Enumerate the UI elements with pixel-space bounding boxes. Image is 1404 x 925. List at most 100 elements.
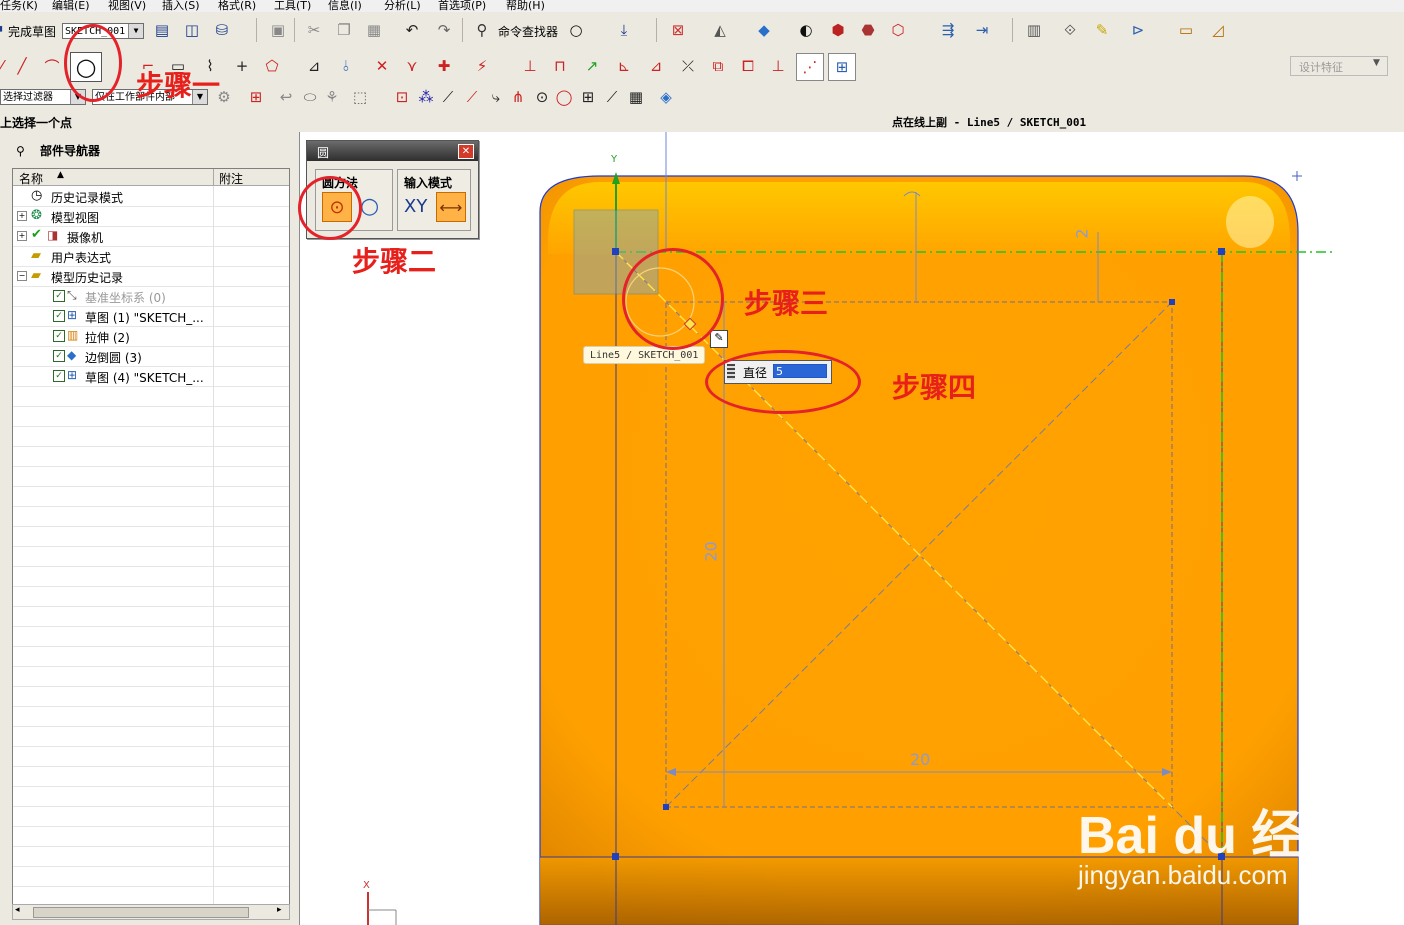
expand-icon[interactable]: +	[17, 231, 27, 241]
dimension-top-value[interactable]: 2	[1073, 228, 1092, 238]
snap-quadrant-icon[interactable]: ⊙	[530, 85, 554, 109]
extend-icon[interactable]: ✕	[370, 54, 394, 78]
shaded-icon[interactable]: ◐	[794, 18, 818, 42]
menu-analysis[interactable]: 分析(L)	[384, 0, 421, 12]
constraint-icon[interactable]: ⚡	[470, 54, 494, 78]
remove-constraint-icon[interactable]: ⤫	[676, 54, 700, 78]
triangle-ruler-icon[interactable]: ◿	[1206, 18, 1230, 42]
make-corner-icon[interactable]: ⋎	[400, 54, 424, 78]
line-icon[interactable]: ╱	[10, 54, 34, 78]
visibility-checkbox[interactable]: ✓	[53, 330, 65, 342]
column-name-header[interactable]: 名称	[19, 170, 43, 187]
menu-view[interactable]: 视图(V)	[108, 0, 146, 12]
visibility-checkbox[interactable]: ✓	[53, 290, 65, 302]
table-icon[interactable]: ▥	[1022, 18, 1046, 42]
snap-icon[interactable]: ⤓	[612, 18, 636, 42]
xy-mode-button[interactable]: XY	[404, 196, 427, 217]
undo-select-icon[interactable]: ↩	[274, 85, 298, 109]
snap-arc-center-icon[interactable]: ⋔	[506, 85, 530, 109]
circle-tool-icon[interactable]: ○	[564, 18, 588, 42]
collapse-icon[interactable]: −	[17, 271, 27, 281]
menu-preferences[interactable]: 首选项(P)	[438, 0, 486, 12]
dimension-left-value[interactable]: 20	[702, 541, 721, 561]
inferred-constraints-button[interactable]: ⋰	[796, 53, 824, 81]
design-feature-dropdown[interactable]: 设计特征 ▼	[1290, 56, 1388, 76]
binoculars-icon[interactable]: ⚲	[470, 18, 494, 42]
finish-sketch-icon[interactable]: ⚑	[0, 18, 5, 42]
visibility-checkbox[interactable]: ✓	[53, 370, 65, 382]
parameter-mode-button[interactable]: ⟷	[436, 192, 466, 222]
visibility-checkbox[interactable]: ✓	[53, 350, 65, 362]
snap-midpoint-icon[interactable]: ⟋	[436, 85, 460, 109]
snap-control-icon[interactable]: ⟋	[460, 85, 484, 109]
tree-item-history-mode[interactable]: ◷ 历史记录模式	[13, 186, 289, 207]
expand-icon[interactable]: +	[17, 211, 27, 221]
select-feature-icon[interactable]: ⬭	[298, 85, 322, 109]
snap-on-face-icon[interactable]: ▦	[624, 85, 648, 109]
quick-trim-icon[interactable]: ⊿	[302, 54, 326, 78]
three-point-circle-icon[interactable]: ○	[360, 194, 379, 219]
scrollbar-thumb[interactable]	[33, 907, 249, 918]
finish-sketch-button[interactable]: 完成草图	[8, 23, 56, 40]
section-view-icon[interactable]: ⬢	[826, 18, 850, 42]
tree-item-sketch-1[interactable]: ✓ ⊞ 草图 (1) "SKETCH_...	[13, 306, 289, 327]
scroll-left-icon[interactable]: ◂	[15, 905, 20, 915]
hidden-edge-icon[interactable]: ⬡	[886, 18, 910, 42]
reattach-icon[interactable]: ▤	[150, 18, 174, 42]
menu-edit[interactable]: 编辑(E)	[52, 0, 90, 12]
fit-view-icon[interactable]: ⊠	[666, 18, 690, 42]
snap-endpoint-icon[interactable]: ⁂	[414, 85, 438, 109]
move-object-icon[interactable]: ⇶	[936, 18, 960, 42]
command-finder-button[interactable]: 命令查找器	[498, 23, 558, 40]
cut-icon[interactable]: ✂	[302, 18, 326, 42]
visibility-checkbox[interactable]: ✓	[53, 310, 65, 322]
geometric-constraint-icon[interactable]: ↗	[580, 54, 604, 78]
tree-item-cameras[interactable]: + ✔ ◨ 摄像机	[13, 226, 289, 247]
rapid-dimension-icon[interactable]: ⊓	[548, 54, 572, 78]
animate-dimension-icon[interactable]: ⊥	[766, 54, 790, 78]
navigator-horizontal-scrollbar[interactable]: ◂ ▸	[12, 904, 290, 920]
column-note-header[interactable]: 附注	[219, 170, 243, 187]
snap-bounded-icon[interactable]: ◈	[654, 85, 678, 109]
orient-view-icon[interactable]: ◫	[180, 18, 204, 42]
point-icon[interactable]: +	[230, 54, 254, 78]
tree-item-model-history[interactable]: − ▰ 模型历史记录	[13, 266, 289, 287]
layer-icon[interactable]: ⇥	[970, 18, 994, 42]
ruler-icon[interactable]: ▭	[1174, 18, 1198, 42]
alternate-solution-icon[interactable]: ⧠	[736, 54, 760, 78]
tree-item-edge-blend[interactable]: ✓ ◆ 边倒圆 (3)	[13, 346, 289, 367]
select-face-icon[interactable]: ⚘	[320, 85, 344, 109]
rectangle-select-icon[interactable]: ⬚	[348, 85, 372, 109]
save-icon[interactable]: ▣	[266, 18, 290, 42]
tree-item-datum-csys[interactable]: ✓ ⤡ 基准坐标系 (0)	[13, 286, 289, 307]
snap-tangent-icon[interactable]: ◯	[552, 85, 576, 109]
menu-task[interactable]: 任务(K)	[0, 0, 38, 12]
snap-on-curve-icon[interactable]: ⟋	[600, 85, 624, 109]
snap-point-icon[interactable]: ⊡	[390, 85, 414, 109]
tree-item-sketch-4[interactable]: ✓ ⊞ 草图 (4) "SKETCH_...	[13, 366, 289, 387]
menu-tools[interactable]: 工具(T)	[274, 0, 311, 12]
undo-icon[interactable]: ↶	[400, 18, 424, 42]
tree-item-user-expressions[interactable]: ▰ 用户表达式	[13, 246, 289, 267]
dynamic-icon[interactable]: ⊳	[1126, 18, 1150, 42]
pin-icon[interactable]: ⚲	[16, 144, 25, 158]
snap-intersection-icon[interactable]: ⤷	[484, 85, 508, 109]
close-icon[interactable]: ✕	[458, 144, 474, 159]
menu-help[interactable]: 帮助(H)	[506, 0, 545, 12]
pattern-icon[interactable]: ⫰	[334, 54, 358, 78]
tree-item-extrude[interactable]: ✓ ▥ 拉伸 (2)	[13, 326, 289, 347]
offset-curve-icon[interactable]: ⬠	[260, 54, 284, 78]
view-cube-icon[interactable]: ◆	[752, 18, 776, 42]
wireframe-icon[interactable]: ⬣	[856, 18, 880, 42]
convert-reference-icon[interactable]: ⧉	[706, 54, 730, 78]
circle-dialog-titlebar[interactable]: 圆 ✕	[307, 141, 478, 161]
measure-icon[interactable]: ⟐	[1058, 18, 1082, 42]
menu-info[interactable]: 信息(I)	[328, 0, 362, 12]
redo-icon[interactable]: ↷	[432, 18, 456, 42]
general-select-icon[interactable]: ⊞	[244, 85, 268, 109]
copy-icon[interactable]: ❐	[332, 18, 356, 42]
update-model-icon[interactable]: ⛁	[210, 18, 234, 42]
render-style-icon[interactable]: ◭	[708, 18, 732, 42]
tree-item-model-views[interactable]: + ❂ 模型视图	[13, 206, 289, 227]
analysis-icon[interactable]: ✎	[1090, 18, 1114, 42]
